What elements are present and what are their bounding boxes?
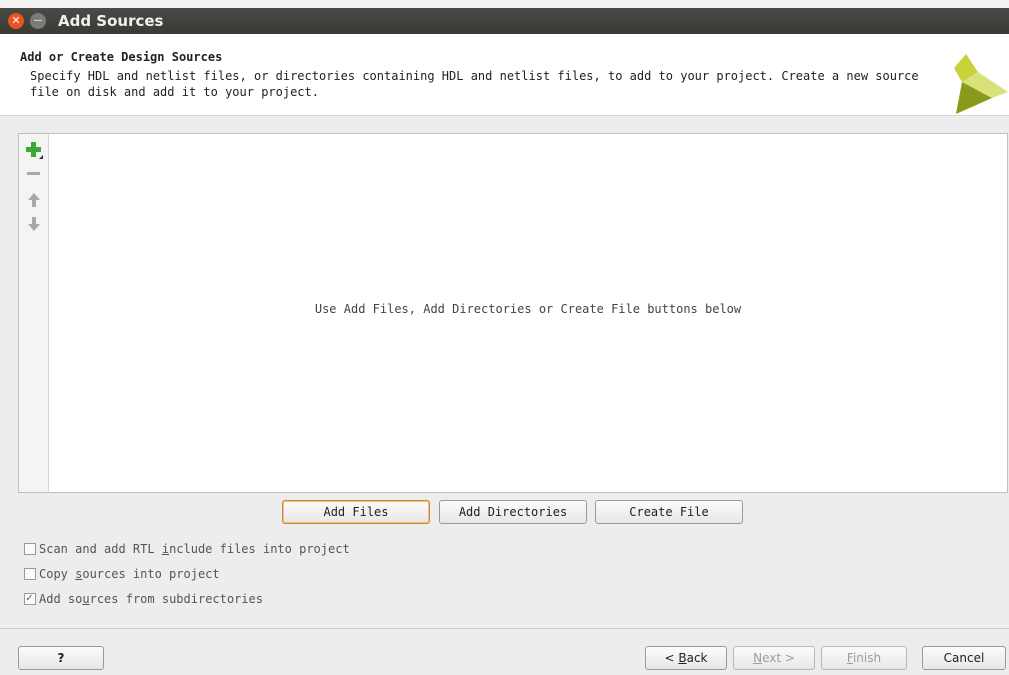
button-mnemonic: B — [678, 651, 687, 665]
minus-icon[interactable] — [24, 164, 44, 184]
title-bar[interactable]: ✕ — Add Sources — [0, 8, 1009, 34]
button-mnemonic: N — [753, 651, 763, 665]
add-files-button[interactable]: Add Files — [282, 500, 430, 524]
create-file-button[interactable]: Create File — [595, 500, 743, 524]
option-label: nclude files into project — [169, 542, 350, 556]
checkmark-icon: ✓ — [26, 591, 33, 604]
option-mnemonic: i — [161, 542, 170, 556]
add-subdirectories-checkbox[interactable]: ✓ Add sources from subdirectories — [24, 591, 263, 608]
finish-button[interactable]: Finish — [821, 646, 907, 670]
option-label: Add so — [39, 592, 83, 606]
option-label: rces from subdirectories — [89, 592, 263, 606]
scan-rtl-include-checkbox[interactable]: Scan and add RTL include files into proj… — [24, 542, 350, 558]
dialog-header: Add or Create Design Sources Specify HDL… — [0, 34, 1009, 116]
header-title: Add or Create Design Sources — [20, 50, 223, 64]
header-description: Specify HDL and netlist files, or direct… — [30, 69, 919, 99]
plus-icon[interactable] — [24, 140, 44, 160]
vivado-logo-icon — [954, 54, 1008, 114]
help-button[interactable]: ? — [18, 646, 104, 670]
button-label: ack — [686, 651, 708, 665]
empty-list-message: Use Add Files, Add Directories or Create… — [314, 302, 742, 316]
checkbox-box[interactable]: ✓ — [24, 591, 36, 605]
back-button[interactable]: < Back — [645, 646, 727, 670]
option-label: ources into project — [82, 567, 220, 581]
cancel-button[interactable]: Cancel — [922, 646, 1006, 670]
arrow-down-icon[interactable] — [24, 214, 44, 234]
button-label: inish — [852, 651, 882, 665]
list-toolbar — [19, 134, 49, 492]
sources-list-panel[interactable]: Use Add Files, Add Directories or Create… — [18, 133, 1008, 493]
checkbox-box[interactable] — [24, 543, 36, 555]
background-window-strip — [0, 0, 1009, 8]
option-label: Copy — [39, 567, 76, 581]
add-directories-button[interactable]: Add Directories — [439, 500, 587, 524]
copy-sources-checkbox[interactable]: Copy sources into project — [24, 567, 220, 583]
footer-divider — [0, 628, 1009, 629]
button-label: ext > — [762, 651, 795, 665]
window-title: Add Sources — [58, 12, 164, 30]
option-mnemonic: u — [82, 592, 90, 606]
option-label: Scan and add RTL — [39, 542, 162, 556]
checkbox-box[interactable] — [24, 568, 36, 580]
minimize-window-button[interactable]: — — [30, 13, 46, 29]
arrow-up-icon[interactable] — [24, 190, 44, 210]
close-window-button[interactable]: ✕ — [8, 13, 24, 29]
next-button[interactable]: Next > — [733, 646, 815, 670]
button-label: < — [664, 651, 679, 665]
